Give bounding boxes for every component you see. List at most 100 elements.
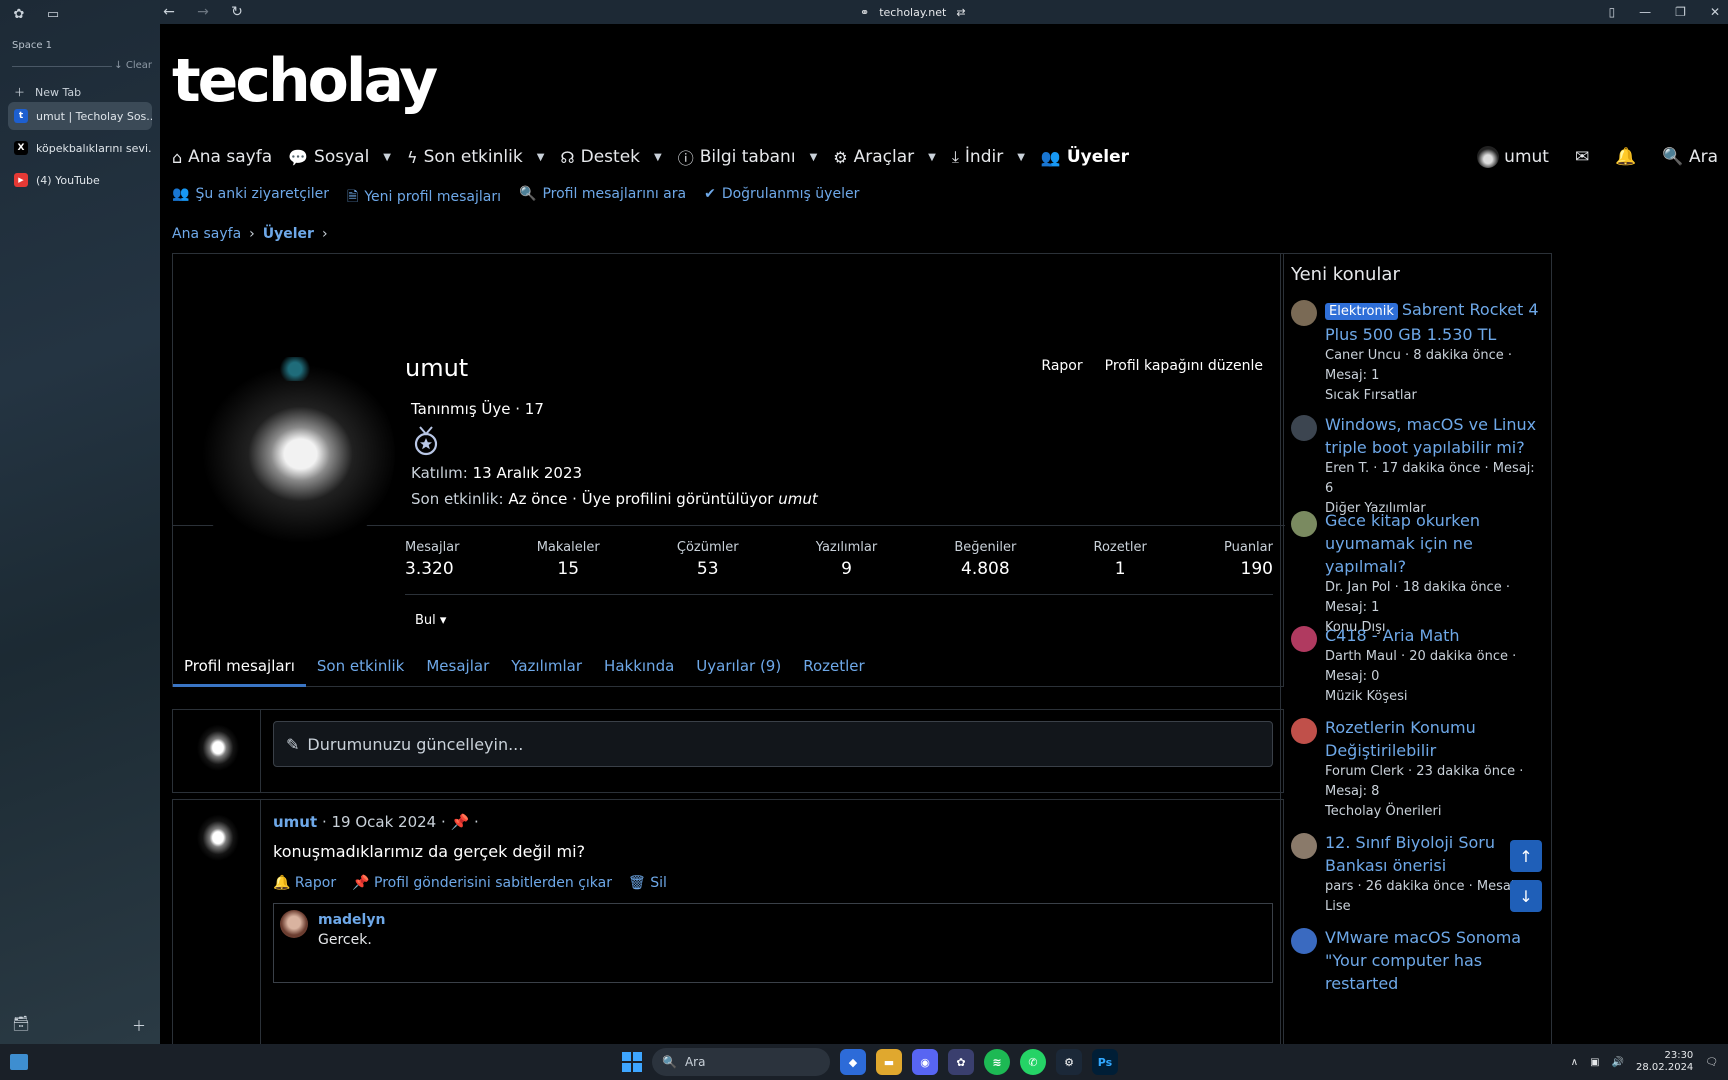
stat-solutions[interactable]: Çözümler 53 — [677, 540, 739, 579]
nav-item-destek[interactable]: ☊ Destek ▼ — [560, 147, 661, 167]
avatar[interactable] — [1291, 300, 1317, 326]
add-icon[interactable]: ＋ — [132, 1016, 146, 1036]
whatsapp-icon[interactable]: ✆ — [1020, 1049, 1046, 1075]
edit-cover-button[interactable]: Profil kapağını düzenle — [1105, 358, 1263, 374]
steam-icon[interactable]: ⚙ — [1056, 1049, 1082, 1075]
archive-icon[interactable]: 🗃 — [12, 1016, 30, 1036]
site-settings-icon[interactable]: ⇄ — [956, 6, 965, 19]
subnav-current-visitors[interactable]: 👥 Şu anki ziyaretçiler — [172, 186, 329, 210]
thread-title-link[interactable]: Elektronik Sabrent Rocket 4 Plus 500 GB 1… — [1325, 298, 1547, 346]
chevron-up-icon[interactable]: ∧ — [1571, 1057, 1578, 1068]
thread-title-link[interactable]: Windows, macOS ve Linux triple boot yapı… — [1325, 413, 1547, 459]
chevron-down-icon[interactable]: ▼ — [810, 152, 818, 163]
avatar[interactable] — [1291, 833, 1317, 859]
stat-likes[interactable]: Beğeniler 4.808 — [954, 540, 1016, 579]
post-report-button[interactable]: 🔔 Rapor — [273, 875, 336, 891]
browser-tab-youtube[interactable]: ▶ (4) YouTube — [8, 166, 152, 194]
maximize-icon[interactable]: ❐ — [1675, 5, 1686, 19]
tab-warnings[interactable]: Uyarılar (9) — [685, 649, 792, 687]
avatar[interactable] — [1291, 928, 1317, 954]
url-bar[interactable]: ⚭ techolay.net ⇄ — [860, 6, 966, 19]
avatar[interactable] — [191, 718, 245, 772]
tab-profile-posts[interactable]: Profil mesajları — [173, 649, 306, 687]
avatar[interactable] — [1291, 626, 1317, 652]
thread-forum[interactable]: Sıcak Fırsatlar — [1325, 386, 1547, 406]
volume-icon[interactable]: 🔊 — [1612, 1057, 1624, 1068]
tab-software[interactable]: Yazılımlar — [500, 649, 593, 687]
avatar[interactable] — [1291, 718, 1317, 744]
nav-item-sosyal[interactable]: 💬 Sosyal ▼ — [288, 147, 391, 167]
nav-item-indir[interactable]: ⤓ İndir ▼ — [952, 147, 1025, 167]
arrow-up-icon[interactable]: ↑ — [1510, 840, 1542, 872]
breadcrumb-members[interactable]: Üyeler — [263, 226, 314, 242]
medal-icon[interactable] — [413, 426, 439, 456]
split-view-icon[interactable]: ▯ — [1609, 5, 1616, 19]
post-delete-button[interactable]: 🗑 Sil — [628, 875, 667, 891]
chevron-down-icon[interactable]: ▼ — [537, 152, 545, 163]
tab-postings[interactable]: Mesajlar — [415, 649, 500, 687]
avatar[interactable] — [1291, 415, 1317, 441]
tab-latest-activity[interactable]: Son etkinlik — [306, 649, 415, 687]
taskbar-search[interactable]: 🔍 Ara — [652, 1048, 830, 1076]
sidebar-toggle-icon[interactable]: ▭ — [44, 6, 62, 24]
nav-item-ana-sayfa[interactable]: ⌂ Ana sayfa — [172, 147, 272, 167]
arrow-down-icon[interactable]: ↓ — [1510, 880, 1542, 912]
thread-forum[interactable]: Techolay Önerileri — [1325, 802, 1547, 822]
avatar[interactable] — [1291, 511, 1317, 537]
tab-about[interactable]: Hakkında — [593, 649, 685, 687]
forward-icon[interactable]: → — [194, 4, 212, 20]
copilot-icon[interactable]: ◆ — [840, 1049, 866, 1075]
thread-title-link[interactable]: Rozetlerin Konumu Değiştirilebilir — [1325, 716, 1547, 762]
subnav-search-profile-posts[interactable]: 🔍 Profil mesajlarını ara — [519, 186, 686, 210]
post-author[interactable]: umut — [273, 813, 317, 831]
subnav-new-profile-posts[interactable]: 🗎 Yeni profil mesajları — [347, 186, 501, 210]
post-unpin-button[interactable]: 📌 Profil gönderisini sabitlerden çıkar — [352, 875, 612, 891]
comment-author[interactable]: madelyn — [318, 912, 385, 928]
nav-item-araclar[interactable]: ⚙ Araçlar ▼ — [833, 147, 936, 167]
avatar[interactable] — [280, 910, 308, 938]
nav-item-uyeler[interactable]: 👥 Üyeler — [1041, 147, 1129, 167]
photoshop-icon[interactable]: Ps — [1092, 1049, 1118, 1075]
post-date[interactable]: · 19 Ocak 2024 · — [322, 813, 446, 831]
widgets-icon[interactable] — [10, 1054, 28, 1070]
arc-browser-icon[interactable]: ✿ — [948, 1049, 974, 1075]
chevron-down-icon[interactable]: ▼ — [654, 152, 662, 163]
envelope-icon[interactable]: ✉ — [1575, 147, 1589, 167]
reload-icon[interactable]: ↻ — [228, 4, 246, 20]
thread-forum[interactable]: Müzik Köşesi — [1325, 687, 1547, 707]
close-icon[interactable]: ✕ — [1710, 5, 1720, 19]
browser-menu-icon[interactable]: ✿ — [10, 6, 28, 24]
account-menu[interactable]: umut — [1476, 146, 1549, 168]
site-logo[interactable]: techolay — [172, 46, 438, 116]
stat-articles[interactable]: Makaleler 15 — [537, 540, 600, 579]
profile-avatar[interactable] — [185, 349, 395, 559]
taskbar-clock[interactable]: 23:30 28.02.2024 — [1636, 1050, 1693, 1074]
find-dropdown[interactable]: Bul ▾ — [415, 613, 446, 628]
file-explorer-icon[interactable]: ▬ — [876, 1049, 902, 1075]
spotify-icon[interactable]: ≋ — [984, 1049, 1010, 1075]
nav-item-bilgi-tabani[interactable]: ⓘ Bilgi tabanı ▼ — [678, 145, 818, 169]
network-icon[interactable]: ▣ — [1590, 1057, 1599, 1068]
minimize-icon[interactable]: — — [1639, 5, 1651, 19]
back-icon[interactable]: ← — [160, 4, 178, 20]
new-tab-button[interactable]: ＋ New Tab — [14, 84, 81, 100]
chevron-down-icon[interactable]: ▼ — [383, 152, 391, 163]
thread-title-link[interactable]: C418 - Aria Math — [1325, 624, 1547, 647]
thread-title-link[interactable]: Gece kitap okurken uyumamak için ne yapı… — [1325, 509, 1547, 578]
subnav-verified-members[interactable]: ✔ Doğrulanmış üyeler — [704, 186, 859, 210]
stat-badges[interactable]: Rozetler 1 — [1094, 540, 1147, 579]
browser-tab-techolay[interactable]: t umut | Techolay Sos... — [8, 102, 152, 130]
notification-icon[interactable]: 🗨 — [1705, 1057, 1718, 1068]
discord-icon[interactable]: ◉ — [912, 1049, 938, 1075]
thread-title-link[interactable]: VMware macOS Sonoma "Your computer has r… — [1325, 926, 1547, 995]
chevron-down-icon[interactable]: ▼ — [1017, 152, 1025, 163]
clear-tabs-button[interactable]: ↓ Clear — [114, 60, 152, 71]
stat-messages[interactable]: Mesajlar 3.320 — [405, 540, 460, 579]
search-button[interactable]: 🔍 Ara — [1662, 147, 1718, 167]
tab-badges[interactable]: Rozetler — [792, 649, 875, 687]
status-input[interactable]: ✎ Durumunuzu güncelleyin... — [273, 721, 1273, 767]
bell-icon[interactable]: 🔔 — [1615, 147, 1636, 167]
nav-item-son-etkinlik[interactable]: ϟ Son etkinlik ▼ — [407, 147, 544, 167]
stat-software[interactable]: Yazılımlar 9 — [816, 540, 877, 579]
report-button[interactable]: Rapor — [1041, 358, 1082, 374]
